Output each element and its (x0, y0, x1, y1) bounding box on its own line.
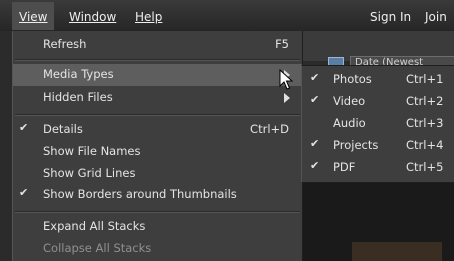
checkmark-icon: ✔ (310, 93, 320, 106)
menu-item-show-file-names[interactable]: Show File Names (13, 141, 302, 163)
submenu-item-label: PDF (333, 160, 356, 174)
menu-item-label: Collapse All Stacks (43, 241, 152, 255)
sign-in-link[interactable]: Sign In (370, 10, 411, 24)
menu-item-label: Show Grid Lines (43, 166, 136, 180)
mouse-pointer-icon (279, 69, 293, 90)
menu-item-label: Hidden Files (43, 90, 113, 104)
menu-separator (15, 114, 300, 116)
checkmark-icon: ✔ (310, 71, 320, 84)
submenu-item-pdf[interactable]: ✔ PDF Ctrl+5 (302, 157, 454, 179)
submenu-item-label: Audio (333, 116, 366, 130)
menu-item-refresh[interactable]: Refresh F5 (13, 34, 302, 56)
checkmark-icon: ✔ (310, 137, 320, 150)
menu-separator (15, 59, 300, 61)
menu-item-label: Show File Names (43, 144, 141, 158)
submenu-item-shortcut: Ctrl+4 (406, 138, 444, 152)
submenu-item-video[interactable]: ✔ Video Ctrl+2 (302, 91, 454, 113)
menu-separator (15, 211, 300, 213)
menu-item-label: Media Types (43, 67, 114, 81)
menu-window[interactable]: Window (69, 10, 116, 24)
menu-bar: View Window Help Sign In Join (0, 0, 454, 31)
submenu-item-shortcut: Ctrl+2 (406, 94, 444, 108)
checkmark-icon: ✔ (19, 186, 29, 199)
menu-item-label: Expand All Stacks (43, 219, 146, 233)
menu-item-label: Show Borders around Thumbnails (43, 187, 237, 201)
menu-help[interactable]: Help (135, 10, 162, 24)
menu-view[interactable]: View (12, 2, 55, 30)
checkmark-icon: ✔ (19, 121, 29, 134)
submenu-item-photos[interactable]: ✔ Photos Ctrl+1 (302, 69, 454, 91)
menu-item-details[interactable]: ✔ Details Ctrl+D (13, 119, 302, 141)
submenu-item-label: Projects (333, 138, 379, 152)
menu-item-show-borders[interactable]: ✔ Show Borders around Thumbnails (13, 184, 302, 206)
submenu-item-audio[interactable]: Audio Ctrl+3 (302, 113, 454, 135)
submenu-item-shortcut: Ctrl+3 (406, 116, 444, 130)
menu-item-shortcut: F5 (275, 37, 289, 51)
submenu-item-label: Video (333, 94, 366, 108)
menu-item-shortcut: Ctrl+D (250, 122, 289, 136)
join-link[interactable]: Join (425, 10, 447, 24)
submenu-item-label: Photos (333, 72, 372, 86)
view-menu: Refresh F5 Media Types Hidden Files ✔ De… (12, 31, 303, 261)
submenu-item-shortcut: Ctrl+1 (406, 72, 444, 86)
menu-item-label: Refresh (43, 37, 87, 51)
menu-item-label: Details (43, 122, 83, 136)
media-types-submenu: ✔ Photos Ctrl+1 ✔ Video Ctrl+2 Audio Ctr… (301, 65, 454, 183)
submenu-arrow-icon (284, 93, 290, 103)
checkmark-icon: ✔ (310, 159, 320, 172)
submenu-item-projects[interactable]: ✔ Projects Ctrl+4 (302, 135, 454, 157)
menu-item-hidden-files[interactable]: Hidden Files (13, 87, 302, 109)
menu-item-expand-all-stacks[interactable]: Expand All Stacks (13, 216, 302, 238)
menu-item-media-types[interactable]: Media Types (13, 64, 302, 86)
submenu-item-shortcut: Ctrl+5 (406, 160, 444, 174)
thumbnail-image[interactable] (352, 242, 442, 261)
menu-item-collapse-all-stacks: Collapse All Stacks (13, 238, 302, 260)
menu-item-show-grid-lines[interactable]: Show Grid Lines (13, 163, 302, 185)
